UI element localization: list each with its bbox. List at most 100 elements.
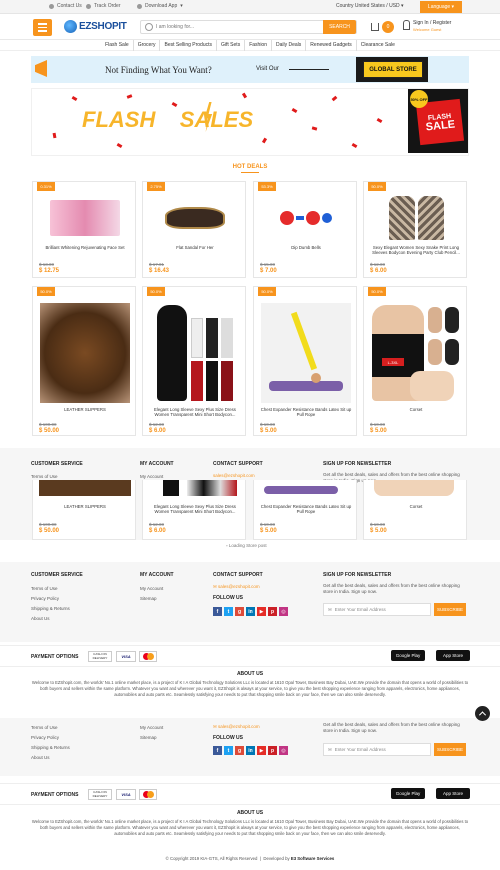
facebook-icon[interactable]: f xyxy=(213,607,222,616)
product-card-partial[interactable]: Corset $ 10.00 $ 5.00 xyxy=(363,480,467,540)
product-card-partial[interactable]: Elegant Long Sleeve Sexy Plus Size Dress… xyxy=(142,480,246,540)
account-link[interactable]: Sign In / Register Welcome Guest xyxy=(403,20,451,32)
chevron-down-icon: ▾ xyxy=(180,3,183,9)
global-store-banner[interactable]: Not Finding What You Want? Visit Our GLO… xyxy=(31,56,469,83)
contact-link[interactable]: Contact Us xyxy=(49,3,82,9)
product-name: Brilliant Whitening Rejuvenating Face Se… xyxy=(45,245,125,250)
product-card[interactable]: 50.0% Elegant Long Sleeve Sexy Plus Size… xyxy=(142,286,246,436)
nav-fashion[interactable]: Fashion xyxy=(245,40,272,51)
old-price: $ 12.00 xyxy=(149,522,165,527)
country-selector[interactable]: Country United States / USD ▾ xyxy=(336,3,404,9)
instagram-icon[interactable]: ◎ xyxy=(279,607,288,616)
subscribe-button[interactable]: SUBSCRIBE xyxy=(434,743,466,756)
nav-flash-sale[interactable]: Flash Sale xyxy=(101,40,134,51)
product-card[interactable]: 50.0% Chest Expander Resistance Bands La… xyxy=(253,286,357,436)
pinterest-icon[interactable]: p xyxy=(268,746,277,755)
old-price: $ 12.00 xyxy=(370,262,386,267)
footer-link-sitemap[interactable]: Sitemap xyxy=(140,596,157,601)
flash-sale-banner[interactable]: FLASH SALES FLASH SALE 50% OFF xyxy=(31,88,469,156)
footer-link-shipping[interactable]: Shipping & Returns xyxy=(31,745,70,750)
youtube-icon[interactable]: ▶ xyxy=(257,607,266,616)
search-input[interactable] xyxy=(153,24,323,30)
newsletter-email-input[interactable]: ✉ Enter Your Email Address xyxy=(323,603,431,616)
google-play-button[interactable]: Google Play xyxy=(391,788,425,799)
old-price: $ 10.00 xyxy=(370,522,386,527)
product-card[interactable]: 2.75% Flat Sandal For Her $ 17.01 $ 16.4… xyxy=(142,181,246,278)
scroll-to-top-button[interactable] xyxy=(475,706,490,721)
twitter-icon[interactable]: t xyxy=(224,607,233,616)
category-nav: Flash Sale Grocery Best Selling Products… xyxy=(0,40,500,51)
linkedin-icon[interactable]: in xyxy=(246,607,255,616)
instagram-icon[interactable]: ◎ xyxy=(279,746,288,755)
product-card[interactable]: 0.31% Brilliant Whitening Rejuvenating F… xyxy=(32,181,136,278)
old-price: $ 10.00 xyxy=(370,422,386,427)
pinterest-icon[interactable]: p xyxy=(268,607,277,616)
visa-badge: VISA xyxy=(116,651,136,662)
app-store-button[interactable]: App Store xyxy=(436,650,470,661)
product-image xyxy=(149,301,241,405)
footer-link-sitemap[interactable]: Sitemap xyxy=(140,735,157,740)
footer-link-privacy[interactable]: Privacy Policy xyxy=(31,735,59,740)
logo-text: EZSHOPIT xyxy=(79,21,127,32)
product-card-partial[interactable]: LEATHER SLIPPERS $ 100.00 $ 50.00 xyxy=(32,480,136,540)
newsletter-text: Get all the best deals, sales and offers… xyxy=(323,722,460,733)
sale-price: $ 6.00 xyxy=(149,528,166,534)
nav-clearance-sale[interactable]: Clearance Sale xyxy=(357,40,399,51)
nav-best-selling[interactable]: Best Selling Products xyxy=(160,40,218,51)
footer-link-about[interactable]: About Us xyxy=(31,616,50,621)
google-plus-icon[interactable]: g xyxy=(235,607,244,616)
support-email-link[interactable]: ✉ sales@ezshopit.com xyxy=(213,584,260,590)
old-price: $ 13.00 xyxy=(39,262,55,267)
download-app-link[interactable]: Download App ▾ xyxy=(137,3,183,9)
old-price: $ 15.00 xyxy=(260,262,276,267)
youtube-icon[interactable]: ▶ xyxy=(257,746,266,755)
product-name: Elegant Long Sleeve Sexy Plus Size Dress… xyxy=(154,504,236,515)
newsletter-email-input[interactable]: ✉ Enter Your Email Address xyxy=(323,743,431,756)
nav-renewed-gadgets[interactable]: Renewed Gadgets xyxy=(306,40,357,51)
language-selector[interactable]: Language ▾ xyxy=(420,1,462,13)
globe-icon xyxy=(64,20,77,33)
product-card[interactable]: 50.0% Sexy Elegant Women Sexy Snake Prin… xyxy=(363,181,467,278)
subscribe-button[interactable]: SUBSCRIBE xyxy=(434,603,466,616)
product-card[interactable]: 50.0% LEATHER SLIPPERS $ 100.00 $ 50.00 xyxy=(32,286,136,436)
product-name: Corset xyxy=(409,407,423,412)
top-bar: Contact Us Track Order Download App ▾ Cou… xyxy=(0,0,500,14)
product-image xyxy=(260,301,352,405)
product-name: Elegant Long Sleeve Sexy Plus Size Dress… xyxy=(154,407,236,418)
footer-link-terms[interactable]: Terms of Use xyxy=(31,725,58,730)
linkedin-icon[interactable]: in xyxy=(246,746,255,755)
track-order-link[interactable]: Track Order xyxy=(86,3,120,9)
twitter-icon[interactable]: t xyxy=(224,746,233,755)
footer: CUSTOMER SERVICE Terms of Use Privacy Po… xyxy=(0,562,500,642)
search-button[interactable]: SEARCH xyxy=(323,20,356,34)
developer-link[interactable]: E3 Software Services xyxy=(291,856,334,861)
footer-link-my-account[interactable]: My Account xyxy=(140,725,163,730)
google-play-button[interactable]: Google Play xyxy=(391,650,425,661)
footer-link-about[interactable]: About Us xyxy=(31,755,50,760)
product-image xyxy=(370,195,462,241)
footer-link-terms[interactable]: Terms of Use xyxy=(31,586,58,591)
support-email-link[interactable]: ✉ sales@ezshopit.com xyxy=(213,724,260,730)
product-card[interactable]: 50.0% L-3XL Corset $ 10.00 $ 5.00 xyxy=(363,286,467,436)
footer-link-privacy[interactable]: Privacy Policy xyxy=(31,596,59,601)
nav-grocery[interactable]: Grocery xyxy=(134,40,161,51)
cart-button[interactable]: 0 xyxy=(371,21,395,33)
google-plus-icon[interactable]: g xyxy=(235,746,244,755)
footer-link-my-account[interactable]: My Account xyxy=(140,586,163,591)
nav-daily-deals[interactable]: Daily Deals xyxy=(272,40,307,51)
nav-gift-sets[interactable]: Gift Sets xyxy=(217,40,246,51)
footer-link-shipping[interactable]: Shipping & Returns xyxy=(31,606,70,611)
facebook-icon[interactable]: f xyxy=(213,746,222,755)
old-price: $ 10.00 xyxy=(260,422,276,427)
banner-headline: Not Finding What You Want? xyxy=(105,65,212,75)
site-logo[interactable]: EZSHOPIT xyxy=(64,20,127,33)
product-name: Chest Expander Resistance Bands Latex Si… xyxy=(260,407,352,418)
product-card[interactable]: 53.3% Dip Dumb Bells $ 15.00 $ 7.00 xyxy=(253,181,357,278)
footer-repeat: Terms of Use Privacy Policy Shipping & R… xyxy=(0,718,500,776)
app-store-button[interactable]: App Store xyxy=(436,788,470,799)
payment-options-row: PAYMENT OPTIONS CASH ON DELIVERY VISA Go… xyxy=(0,645,500,667)
discount-badge: 50% OFF xyxy=(410,90,428,108)
hamburger-menu-button[interactable] xyxy=(33,19,52,36)
product-name: Corset xyxy=(409,504,423,509)
product-card-partial[interactable]: Chest Expander Resistance Bands Latex Si… xyxy=(253,480,357,540)
